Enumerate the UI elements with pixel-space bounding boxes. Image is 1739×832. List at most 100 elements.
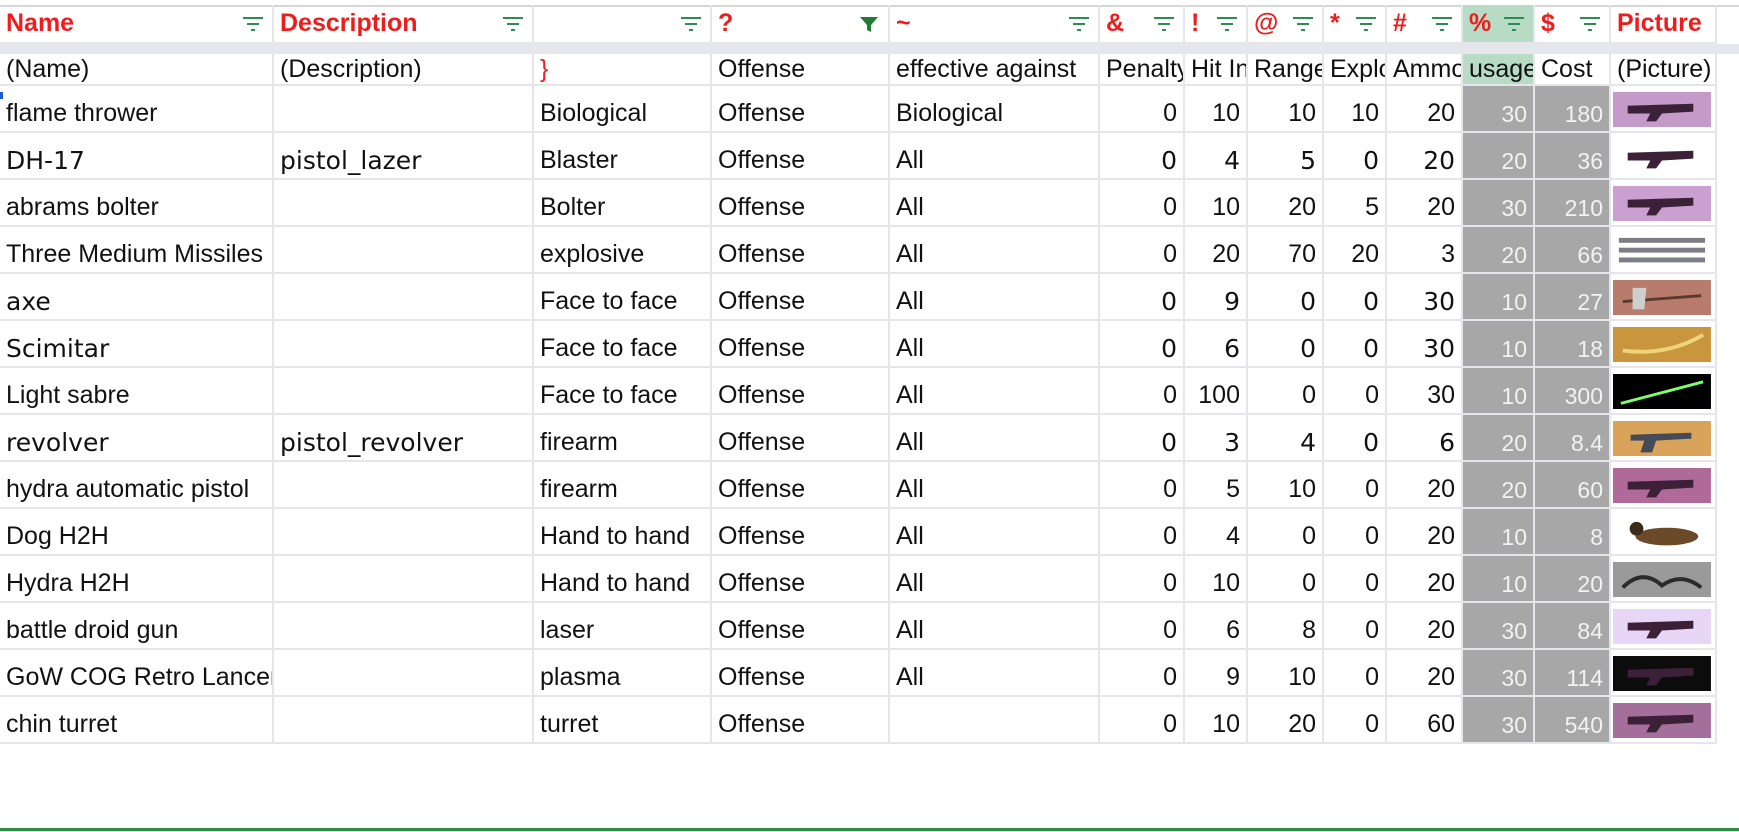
cell-name[interactable]: Light sabre xyxy=(0,368,274,415)
cell-description[interactable]: pistol_lazer xyxy=(274,133,534,180)
cell-picture[interactable] xyxy=(1611,556,1717,603)
cell-picture[interactable] xyxy=(1611,274,1717,321)
cell-ammo[interactable]: 20 xyxy=(1387,86,1463,133)
cell-explosion[interactable]: 0 xyxy=(1324,603,1387,650)
cell-picture[interactable] xyxy=(1611,462,1717,509)
column-header-ammo[interactable]: # xyxy=(1387,5,1463,44)
cell-ammo[interactable]: 20 xyxy=(1387,133,1463,180)
table-row[interactable]: Scimitar Face to face Offense All 0 6 0 0 30 10 18 xyxy=(0,321,1739,368)
cell-cost[interactable]: 210 xyxy=(1535,180,1611,227)
column-header-mode[interactable]: ? xyxy=(712,5,890,44)
cell-picture[interactable] xyxy=(1611,180,1717,227)
column-header-explosion[interactable]: * xyxy=(1324,5,1387,44)
cell-ammo[interactable]: 3 xyxy=(1387,227,1463,274)
column-header-usage[interactable]: % xyxy=(1463,5,1535,44)
filter-icon[interactable] xyxy=(1429,14,1455,34)
cell-hit[interactable]: 6 xyxy=(1185,603,1248,650)
cell-type[interactable]: Face to face xyxy=(534,274,712,321)
cell-picture[interactable] xyxy=(1611,133,1717,180)
cell-name[interactable]: Scimitar xyxy=(0,321,274,368)
cell-penalty[interactable]: 0 xyxy=(1100,321,1185,368)
table-row[interactable]: chin turret turret Offense 0 10 20 0 60 30 540 xyxy=(0,697,1739,744)
cell-explosion[interactable]: 0 xyxy=(1324,509,1387,556)
cell-cost[interactable]: 8 xyxy=(1535,509,1611,556)
cell-range[interactable]: 20 xyxy=(1248,697,1324,744)
cell-range[interactable]: 5 xyxy=(1248,133,1324,180)
table-row[interactable]: battle droid gun laser Offense All 0 6 8 0 20 30 8… xyxy=(0,603,1739,650)
cell-picture[interactable] xyxy=(1611,509,1717,556)
cell-range[interactable]: 0 xyxy=(1248,509,1324,556)
cell-description[interactable] xyxy=(274,603,534,650)
cell-hit[interactable]: 4 xyxy=(1185,133,1248,180)
cell-penalty[interactable]: 0 xyxy=(1100,86,1185,133)
cell-range[interactable]: 10 xyxy=(1248,462,1324,509)
cell-ammo[interactable]: 20 xyxy=(1387,509,1463,556)
table-row[interactable]: GoW COG Retro Lancer plasma Offense All 0 9 10… xyxy=(0,650,1739,697)
cell-usage[interactable]: 10 xyxy=(1463,321,1535,368)
cell-ammo[interactable]: 30 xyxy=(1387,368,1463,415)
cell-name[interactable]: axe xyxy=(0,274,274,321)
cell-penalty[interactable]: 0 xyxy=(1100,415,1185,462)
cell-description[interactable] xyxy=(274,556,534,603)
table-row[interactable]: Hydra H2H Hand to hand Offense All 0 10 0 0 20 10… xyxy=(0,556,1739,603)
cell-description[interactable] xyxy=(274,180,534,227)
cell-name[interactable]: Hydra H2H xyxy=(0,556,274,603)
cell-ammo[interactable]: 20 xyxy=(1387,462,1463,509)
subheader-mode[interactable]: Offense xyxy=(712,54,890,86)
table-row[interactable]: Dog H2H Hand to hand Offense All 0 4 0 0 20 10 8 xyxy=(0,509,1739,556)
cell-hit[interactable]: 20 xyxy=(1185,227,1248,274)
cell-effective-against[interactable]: All xyxy=(890,321,1100,368)
cell-mode[interactable]: Offense xyxy=(712,509,890,556)
cell-type[interactable]: Bolter xyxy=(534,180,712,227)
cell-usage[interactable]: 30 xyxy=(1463,86,1535,133)
cell-usage[interactable]: 10 xyxy=(1463,556,1535,603)
cell-range[interactable]: 0 xyxy=(1248,368,1324,415)
cell-penalty[interactable]: 0 xyxy=(1100,133,1185,180)
cell-ammo[interactable]: 6 xyxy=(1387,415,1463,462)
column-header-description[interactable]: Description xyxy=(274,5,534,44)
cell-cost[interactable]: 300 xyxy=(1535,368,1611,415)
cell-explosion[interactable]: 0 xyxy=(1324,321,1387,368)
cell-name[interactable]: chin turret xyxy=(0,697,274,744)
cell-cost[interactable]: 84 xyxy=(1535,603,1611,650)
subheader-description[interactable]: (Description) xyxy=(274,54,534,86)
cell-description[interactable] xyxy=(274,509,534,556)
cell-picture[interactable] xyxy=(1611,227,1717,274)
cell-cost[interactable]: 114 xyxy=(1535,650,1611,697)
cell-effective-against[interactable]: Biological xyxy=(890,86,1100,133)
cell-description[interactable] xyxy=(274,650,534,697)
cell-usage[interactable]: 20 xyxy=(1463,415,1535,462)
cell-penalty[interactable]: 0 xyxy=(1100,509,1185,556)
cell-explosion[interactable]: 0 xyxy=(1324,462,1387,509)
cell-cost[interactable]: 27 xyxy=(1535,274,1611,321)
cell-penalty[interactable]: 0 xyxy=(1100,650,1185,697)
cell-mode[interactable]: Offense xyxy=(712,650,890,697)
subheader-usage[interactable]: usage xyxy=(1463,54,1535,86)
table-row[interactable]: Three Medium Missiles explosive Offense All… xyxy=(0,227,1739,274)
table-row[interactable]: hydra automatic pistol firearm Offense All 0… xyxy=(0,462,1739,509)
cell-explosion[interactable]: 0 xyxy=(1324,415,1387,462)
cell-description[interactable] xyxy=(274,462,534,509)
cell-range[interactable]: 10 xyxy=(1248,86,1324,133)
cell-range[interactable]: 0 xyxy=(1248,556,1324,603)
cell-penalty[interactable]: 0 xyxy=(1100,603,1185,650)
cell-type[interactable]: Blaster xyxy=(534,133,712,180)
cell-penalty[interactable]: 0 xyxy=(1100,180,1185,227)
cell-ammo[interactable]: 20 xyxy=(1387,650,1463,697)
filter-icon[interactable] xyxy=(1577,14,1603,34)
subheader-effective-against[interactable]: effective against xyxy=(890,54,1100,86)
cell-description[interactable] xyxy=(274,368,534,415)
cell-description[interactable]: pistol_revolver xyxy=(274,415,534,462)
column-header-type[interactable] xyxy=(534,5,712,44)
cell-type[interactable]: plasma xyxy=(534,650,712,697)
cell-name[interactable]: battle droid gun xyxy=(0,603,274,650)
table-row[interactable]: Light sabre Face to face Offense All 0 100 0 0 3… xyxy=(0,368,1739,415)
cell-description[interactable] xyxy=(274,274,534,321)
cell-explosion[interactable]: 0 xyxy=(1324,368,1387,415)
cell-description[interactable] xyxy=(274,697,534,744)
cell-cost[interactable]: 66 xyxy=(1535,227,1611,274)
cell-picture[interactable] xyxy=(1611,697,1717,744)
cell-picture[interactable] xyxy=(1611,86,1717,133)
cell-type[interactable]: firearm xyxy=(534,462,712,509)
cell-range[interactable]: 0 xyxy=(1248,274,1324,321)
